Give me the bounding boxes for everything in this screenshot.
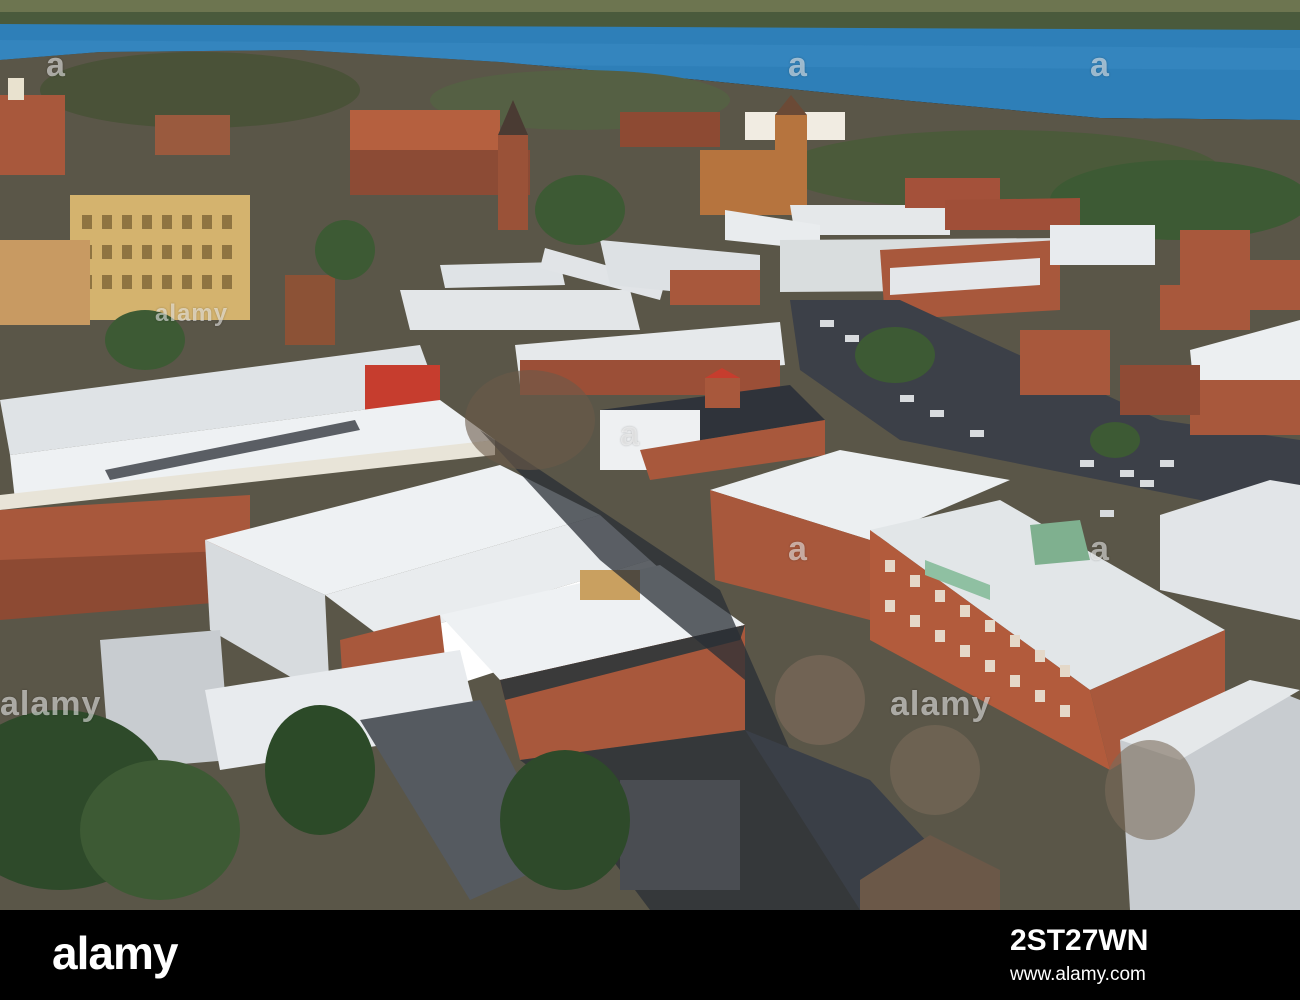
watermark-upper-strip: alamy — [155, 300, 229, 327]
watermark-lower-left: a — [620, 415, 640, 453]
watermark-middle-left: alamy — [0, 685, 102, 723]
watermark-top-center: a — [788, 46, 808, 84]
aerial-town-photo: a a a alamy alamy alamy a a a — [0, 0, 1300, 910]
watermark-top-right: a — [1090, 46, 1110, 84]
image-id: 2ST27WN — [1010, 924, 1149, 957]
watermark-lower-right: a — [1090, 530, 1110, 568]
alamy-logo: alamy — [52, 927, 178, 979]
site-url: www.alamy.com — [1010, 964, 1146, 985]
watermark-middle-right: alamy — [890, 685, 992, 723]
watermark-lower-center: a — [788, 530, 808, 568]
watermark-top-left: a — [46, 46, 66, 84]
footer-image-info: 2ST27WN www.alamy.com — [1010, 924, 1260, 986]
